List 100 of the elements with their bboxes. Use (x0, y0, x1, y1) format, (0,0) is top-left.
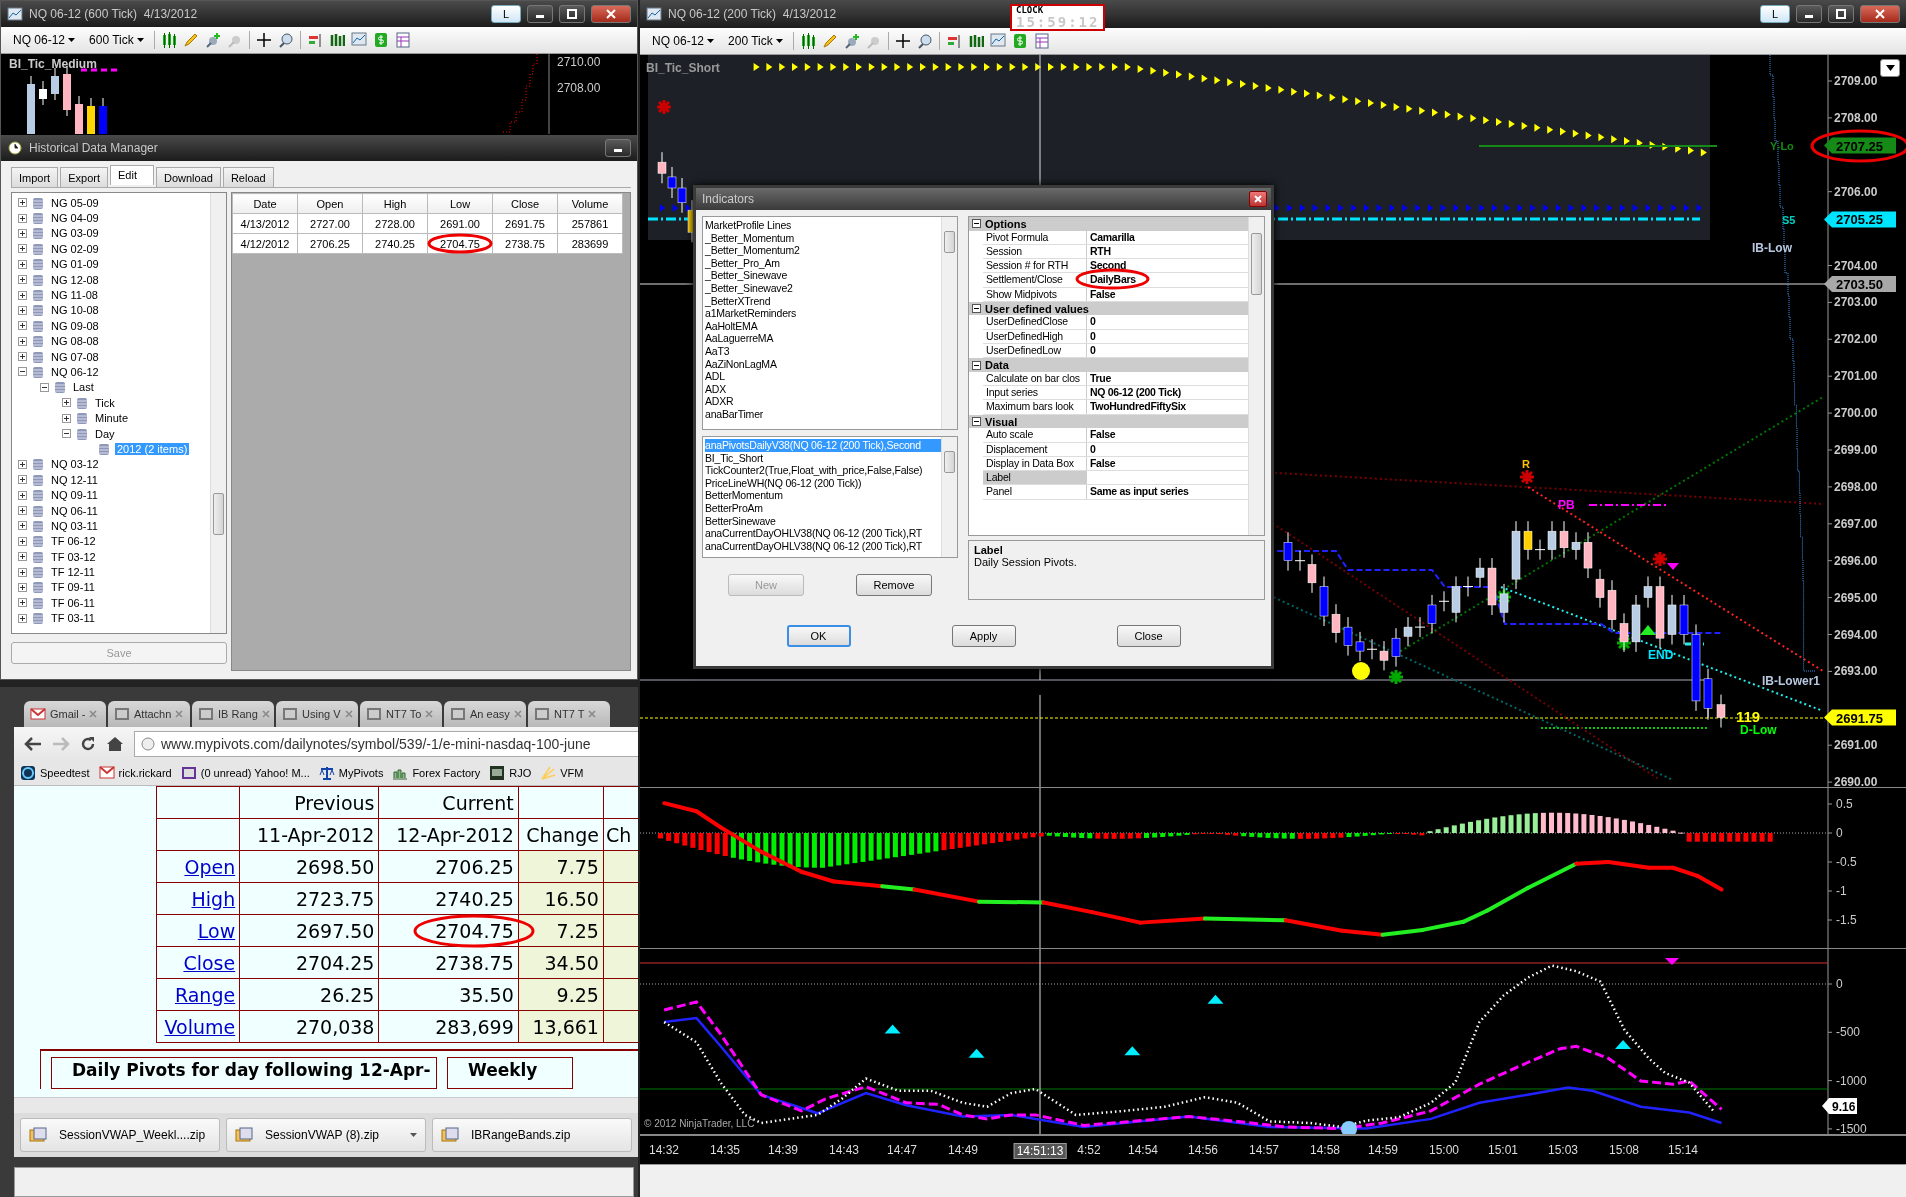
layout-button[interactable]: L (1760, 5, 1790, 23)
list-item[interactable]: AaHoltEMA (705, 319, 941, 333)
property-value[interactable]: Same as input series (1087, 485, 1248, 499)
button[interactable]: Remove (856, 574, 932, 596)
tab[interactable]: Edit (110, 165, 154, 185)
browser-tab[interactable]: Attachn (108, 701, 190, 727)
list-item[interactable]: TickCounter2(True,Float_with_price,False,False) (705, 464, 941, 477)
bookmark[interactable]: RJO (489, 765, 532, 781)
property-name[interactable]: Label (983, 471, 1087, 485)
browser-tab[interactable]: Using V (276, 701, 358, 727)
property-name[interactable]: Session (983, 244, 1087, 259)
list-item[interactable]: PriceLineWH(NQ 06-12 (200 Tick)) (705, 476, 941, 490)
property-value[interactable]: DailyBars (1087, 273, 1248, 287)
browser-tab[interactable]: NT7 T (528, 701, 610, 727)
property-name[interactable]: Display in Data Box (983, 456, 1087, 471)
tab[interactable]: Download (155, 167, 221, 187)
tree-item[interactable]: TF 03-12 (49, 550, 98, 563)
list-item[interactable]: a1MarketReminders (705, 307, 941, 320)
tree-item[interactable]: NG 11-08 (49, 289, 100, 302)
button[interactable]: OK (786, 625, 851, 647)
tree-item[interactable]: TF 03-11 (49, 612, 97, 625)
column-header[interactable]: Volume (557, 193, 623, 214)
bookmark[interactable]: Speedtest (20, 765, 90, 781)
tree-item[interactable]: NG 05-09 (49, 196, 101, 209)
tree-item[interactable]: NG 12-08 (49, 273, 101, 286)
property-name[interactable]: Show Midpivots (983, 287, 1087, 301)
download-item[interactable]: IBRangeBands.zip (432, 1118, 632, 1152)
list-item[interactable]: AaT3 (705, 344, 941, 358)
list-item[interactable]: BetterMomentum (705, 489, 941, 502)
bookmark[interactable]: (0 unread) Yahoo! M... (180, 765, 310, 781)
property-name[interactable]: Settlement/Close (983, 273, 1087, 287)
list-item[interactable]: BetterProAm (705, 501, 941, 515)
tab[interactable]: Import (11, 167, 59, 187)
download-item[interactable]: SessionVWAP_Weekl....zip (20, 1118, 220, 1152)
property-value[interactable]: 0 (1087, 442, 1248, 456)
browser-tab[interactable]: Gmail - (24, 701, 106, 727)
property-name[interactable]: Auto scale (983, 428, 1087, 442)
property-value[interactable]: NQ 06-12 (200 Tick) (1087, 386, 1248, 400)
tree-item[interactable]: TF 06-12 (49, 535, 98, 548)
property-name[interactable]: Session # for RTH (983, 259, 1087, 273)
property-name[interactable]: Calculate on bar clos (983, 371, 1087, 386)
tree-item[interactable]: NG 08-08 (49, 335, 101, 348)
column-header[interactable]: Close (492, 193, 558, 214)
bookmark[interactable]: MyPivots (318, 765, 384, 781)
tab[interactable]: Reload (222, 167, 274, 187)
tree-item[interactable]: NQ 12-11 (49, 473, 100, 486)
property-value[interactable]: TwoHundredFiftySix (1087, 400, 1248, 414)
layout-button[interactable]: L (491, 5, 521, 23)
column-header[interactable]: Open (297, 193, 363, 214)
property-name[interactable]: Input series (983, 386, 1087, 400)
list-item[interactable]: _Better_Momentum (705, 231, 941, 245)
property-value[interactable]: False (1087, 456, 1248, 471)
tree-item[interactable]: NQ 09-11 (49, 489, 100, 502)
list-item[interactable]: ADXR (705, 395, 941, 408)
list-item[interactable]: BetterSinewave (705, 514, 941, 528)
property-name[interactable]: UserDefinedHigh (983, 329, 1087, 344)
tree-item[interactable]: NQ 06-11 (49, 504, 100, 517)
bookmark[interactable]: rick.rickard (98, 765, 172, 781)
tree-item[interactable]: NG 04-09 (49, 212, 101, 225)
tree-item[interactable]: Day (93, 427, 117, 440)
list-item[interactable]: ADL (705, 370, 941, 383)
property-value[interactable]: True (1087, 371, 1248, 386)
bookmark[interactable]: Forex Factory (392, 765, 481, 781)
property-value[interactable]: Camarilla (1087, 230, 1248, 244)
download-item[interactable]: SessionVWAP (8).zip (226, 1118, 426, 1152)
browser-tab[interactable]: NT7 To (360, 701, 442, 727)
column-header[interactable]: Low (427, 193, 493, 214)
column-header[interactable]: High (362, 193, 428, 214)
tree-item[interactable]: NG 01-09 (49, 258, 101, 271)
tree-item[interactable]: NG 07-08 (49, 350, 101, 363)
tree-item[interactable]: Tick (93, 396, 117, 409)
button[interactable]: Close (1116, 625, 1181, 647)
tab[interactable]: Export (60, 167, 108, 187)
property-value[interactable]: RTH (1087, 244, 1248, 259)
property-name[interactable]: Panel (983, 485, 1087, 499)
browser-tab[interactable]: IB Rang (192, 701, 274, 727)
tree-item[interactable]: TF 12-11 (49, 566, 97, 579)
tree-item[interactable]: Last (71, 381, 96, 394)
interval-dropdown[interactable]: 600 Tick (85, 32, 148, 48)
property-name[interactable]: Pivot Formula (983, 230, 1087, 244)
tree-item[interactable]: NG 02-09 (49, 242, 101, 255)
property-name[interactable]: UserDefinedClose (983, 315, 1087, 329)
list-item[interactable]: _Better_Pro_Am (705, 256, 941, 270)
tree-item[interactable]: TF 09-11 (49, 581, 97, 594)
list-item[interactable]: anaCurrentDayOHLV38(NQ 06-12 (200 Tick),RT (705, 527, 941, 540)
tree-item[interactable]: TF 06-11 (49, 596, 97, 609)
property-value[interactable]: 0 (1087, 315, 1248, 329)
address-bar[interactable]: www.mypivots.com/dailynotes/symbol/539/-1/e-mini-nasdaq-100-june (134, 731, 638, 757)
property-value[interactable]: 0 (1087, 344, 1248, 358)
property-value[interactable]: 0 (1087, 329, 1248, 344)
tree-item[interactable]: NG 03-09 (49, 227, 101, 240)
tree-item[interactable]: NQ 06-12 (49, 366, 101, 378)
list-item[interactable]: anaBarTimer (705, 407, 941, 421)
list-item[interactable]: MarketProfile Lines (705, 219, 941, 232)
tree-item[interactable]: NG 09-08 (49, 319, 101, 332)
tree-item[interactable]: NQ 03-11 (49, 519, 100, 532)
property-name[interactable]: Displacement (983, 442, 1087, 456)
property-name[interactable]: UserDefinedLow (983, 344, 1087, 358)
instrument-dropdown[interactable]: NQ 06-12 (9, 32, 80, 48)
list-item[interactable]: _Better_Sinewave2 (705, 281, 941, 295)
